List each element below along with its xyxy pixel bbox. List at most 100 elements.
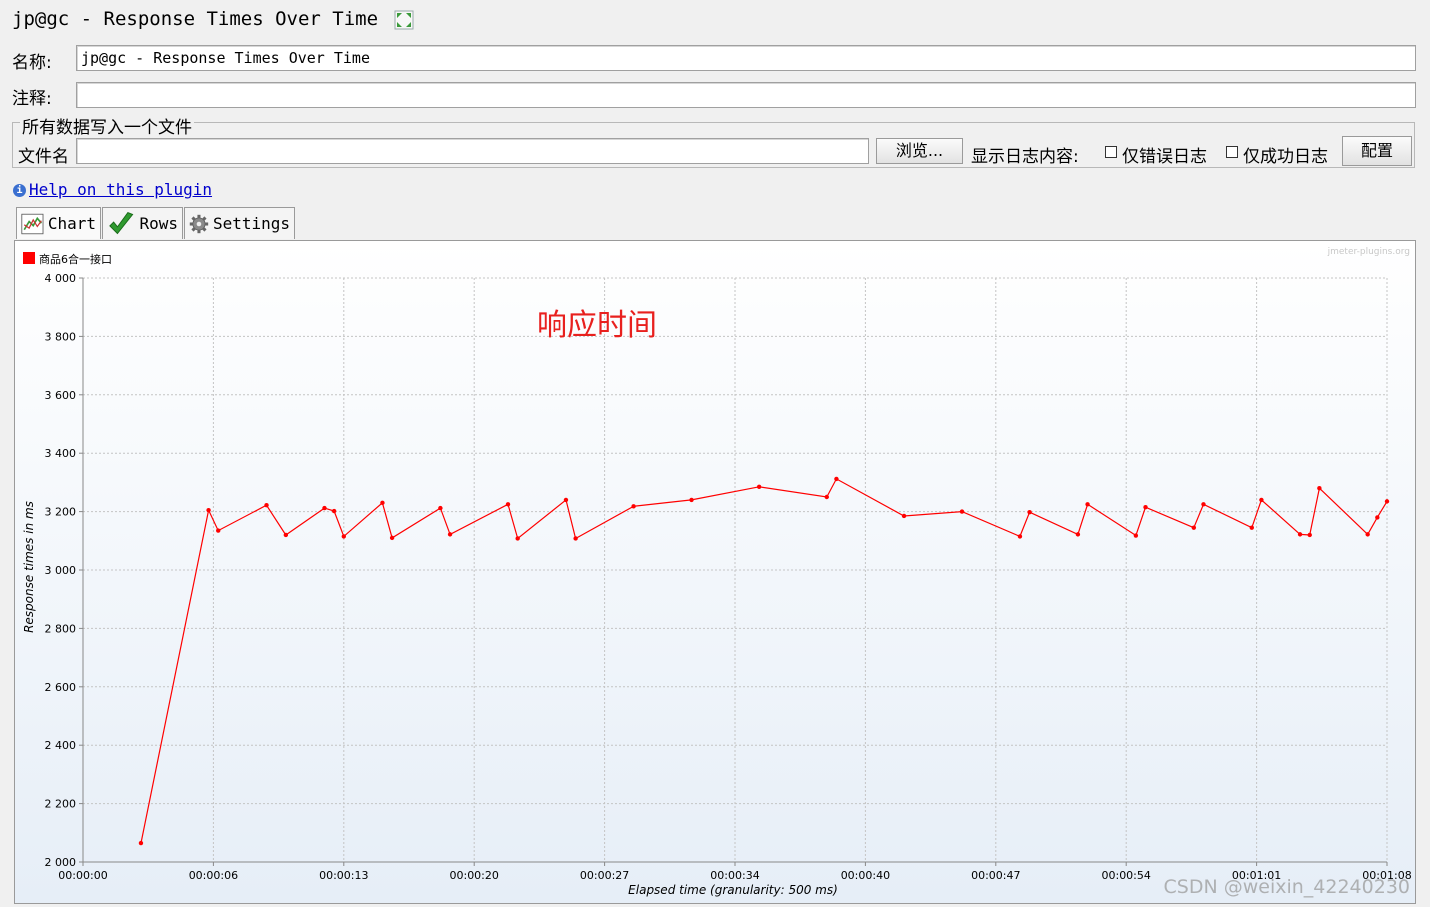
x-tick-label: 00:00:00 <box>58 869 107 882</box>
errors-only-checkbox[interactable] <box>1105 146 1117 158</box>
data-point <box>1191 525 1197 530</box>
tab-settings[interactable]: Settings <box>184 207 295 239</box>
x-tick-label: 00:00:06 <box>189 869 238 882</box>
data-point <box>959 509 965 514</box>
data-point <box>438 505 443 511</box>
y-tick-label: 2 600 <box>45 681 77 694</box>
x-tick-label: 00:00:34 <box>710 869 759 882</box>
tab-chart-label: Chart <box>47 213 96 233</box>
configure-button[interactable]: 配置 <box>1342 136 1412 166</box>
x-tick-label: 00:00:54 <box>1101 869 1150 882</box>
data-point <box>515 536 520 541</box>
file-output-group-title: 所有数据写入一个文件 <box>20 113 194 138</box>
y-axis-label: Response times in ms <box>22 501 36 633</box>
data-point <box>264 502 269 508</box>
comment-input[interactable] <box>76 82 1416 108</box>
browse-button[interactable]: 浏览... <box>876 138 963 164</box>
data-point <box>1307 532 1312 538</box>
y-tick-label: 2 000 <box>45 856 77 869</box>
data-point <box>1017 534 1023 539</box>
data-point <box>834 476 839 482</box>
data-point <box>1201 502 1206 507</box>
data-point <box>1249 525 1254 530</box>
gear-icon <box>189 214 209 233</box>
data-point <box>1297 532 1303 537</box>
data-point <box>389 535 395 541</box>
chart-watermark: jmeter-plugins.org <box>1327 247 1410 257</box>
data-point <box>1133 533 1139 538</box>
legend-swatch <box>23 252 35 264</box>
data-point <box>1085 502 1090 507</box>
data-point <box>216 528 221 533</box>
data-point <box>1143 505 1148 510</box>
response-time-chart: 2 000 2 200 2 400 2 600 2 800 3 000 3 200 3 400… <box>22 247 1412 898</box>
data-point <box>380 500 385 506</box>
y-tick-label: 2 200 <box>45 798 77 811</box>
data-point <box>573 536 578 541</box>
log-display-label: 显示日志内容: <box>971 147 1079 167</box>
legend-label: 商品6合一接口 <box>39 252 112 266</box>
series-line <box>140 478 1388 844</box>
data-point <box>283 532 289 538</box>
data-point <box>331 508 337 514</box>
data-point <box>447 532 453 537</box>
help-row: i Help on this plugin <box>13 180 212 199</box>
tab-settings-label: Settings <box>212 213 290 233</box>
help-link[interactable]: Help on this plugin <box>29 180 212 199</box>
chart-icon <box>21 213 44 234</box>
x-tick-label: 00:00:40 <box>841 869 890 882</box>
data-point <box>901 513 907 519</box>
data-point <box>1317 486 1322 491</box>
series-points <box>138 476 1390 846</box>
data-point <box>206 507 211 513</box>
filename-input[interactable] <box>76 138 869 164</box>
y-tick-label: 3 200 <box>45 506 77 519</box>
x-tick-label: 00:00:13 <box>319 869 368 882</box>
chart-grid <box>83 277 1388 862</box>
y-tick-label: 2 400 <box>45 739 77 752</box>
window-title: jp@gc - Response Times Over Time <box>12 8 379 30</box>
data-point <box>1384 499 1390 504</box>
data-point <box>824 494 829 500</box>
x-tick-label: 00:00:47 <box>971 869 1020 882</box>
data-point <box>1075 532 1081 537</box>
y-tick-label: 4 000 <box>45 272 77 285</box>
name-label: 名称: <box>12 53 52 73</box>
data-point <box>1259 497 1264 503</box>
data-point <box>1027 509 1032 515</box>
data-point <box>138 840 144 846</box>
data-point <box>689 497 694 503</box>
info-icon: i <box>13 184 26 197</box>
chart-panel: 2 000 2 200 2 400 2 600 2 800 3 000 3 200 3 400… <box>14 240 1416 904</box>
data-point <box>756 484 762 489</box>
data-point <box>505 502 511 507</box>
errors-only-label: 仅错误日志 <box>1122 147 1207 167</box>
y-tick-label: 3 000 <box>45 564 77 577</box>
y-tick-labels: 2 000 2 200 2 400 2 600 2 800 3 000 3 200 3 400… <box>45 272 77 869</box>
success-only-checkbox[interactable] <box>1226 146 1238 158</box>
tab-rows-label: Rows <box>139 213 178 233</box>
y-tick-label: 3 600 <box>45 389 77 402</box>
page-watermark: CSDN @weixin_42240230 <box>1164 876 1411 898</box>
data-point <box>1365 532 1370 537</box>
tab-rows[interactable]: Rows <box>102 207 183 239</box>
expand-icon[interactable] <box>394 10 414 30</box>
chart-axes <box>79 277 1388 866</box>
x-tick-label: 00:00:27 <box>580 869 629 882</box>
y-tick-label: 3 400 <box>45 447 77 460</box>
x-axis-label: Elapsed time (granularity: 500 ms) <box>628 883 838 897</box>
data-point <box>322 505 327 511</box>
x-tick-label: 00:00:20 <box>449 869 498 882</box>
data-point <box>563 497 569 503</box>
data-point <box>631 504 636 509</box>
name-input[interactable]: jp@gc - Response Times Over Time <box>76 45 1416 71</box>
checkmark-icon <box>109 211 134 234</box>
tab-chart[interactable]: Chart <box>16 207 101 239</box>
success-only-label: 仅成功日志 <box>1243 147 1328 167</box>
y-tick-label: 2 800 <box>45 622 77 635</box>
data-point <box>341 534 346 539</box>
filename-label: 文件名 <box>18 147 69 167</box>
chart-annotation: 响应时间 <box>537 308 657 343</box>
comment-label: 注释: <box>12 89 52 109</box>
data-point <box>1375 515 1380 520</box>
